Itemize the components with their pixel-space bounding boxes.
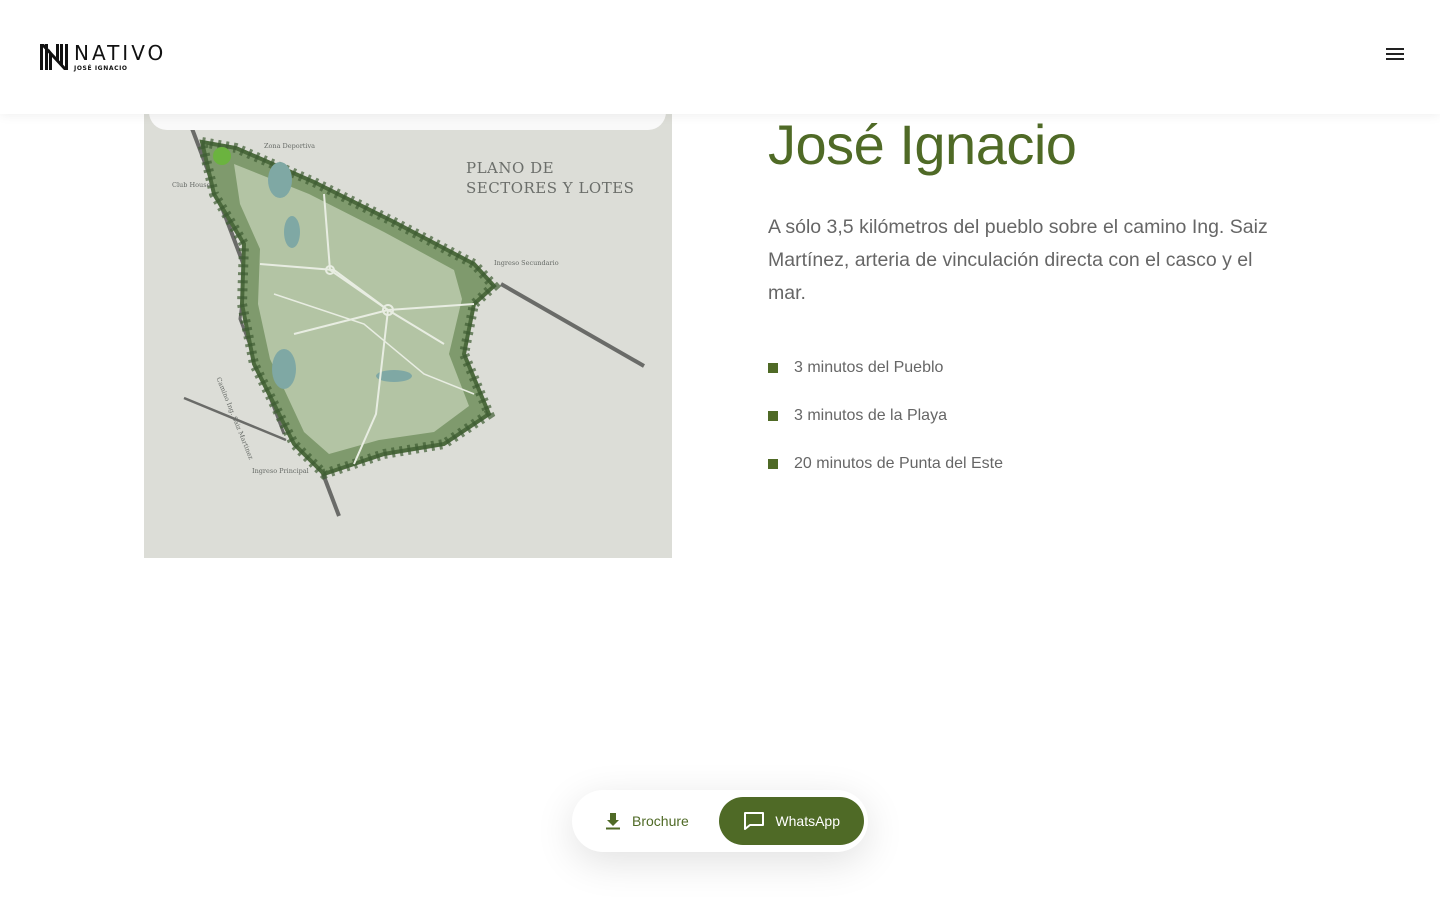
plan-label-club-house: Club House — [172, 181, 211, 189]
brochure-button[interactable]: Brochure — [572, 797, 717, 845]
logo[interactable]: NATIVO JOSÉ IGNACIO — [40, 42, 166, 72]
feature-text: 3 minutos del Pueblo — [794, 359, 944, 376]
logo-subtitle: JOSÉ IGNACIO — [74, 64, 128, 72]
menu-icon — [1386, 48, 1404, 50]
nativo-logo-mark — [40, 44, 68, 70]
feature-text: 20 minutos de Punta del Este — [794, 455, 1004, 472]
feature-item: 3 minutos del Pueblo — [768, 352, 1003, 384]
logo-name: NATIVO — [74, 40, 167, 65]
download-icon — [606, 813, 620, 830]
feature-item: 3 minutos de la Playa — [768, 400, 1003, 432]
plan-title: PLANO DE SECTORES Y LOTES — [466, 159, 635, 197]
feature-item: 20 minutos de Punta del Este — [768, 448, 1003, 480]
site-header: NATIVO JOSÉ IGNACIO — [0, 0, 1440, 114]
menu-icon — [1386, 53, 1404, 55]
page-title: José Ignacio — [768, 113, 1077, 176]
whatsapp-button[interactable]: WhatsApp — [719, 797, 864, 845]
chat-icon — [744, 812, 765, 830]
plan-label-ingreso-principal: Ingreso Principal — [252, 467, 309, 475]
plan-label-ingreso-secundario: Ingreso Secundario — [494, 259, 559, 267]
square-bullet-icon — [768, 459, 778, 469]
floating-action-bar: Brochure WhatsApp — [572, 790, 868, 852]
plan-label-zona-deportiva: Zona Deportiva — [264, 142, 316, 150]
site-plan-image: PLANO DE SECTORES Y LOTES Zona Deportiva… — [144, 114, 672, 558]
feature-list: 3 minutos del Pueblo 3 minutos de la Pla… — [768, 352, 1003, 496]
brochure-label: Brochure — [632, 813, 689, 829]
square-bullet-icon — [768, 363, 778, 373]
feature-text: 3 minutos de la Playa — [794, 407, 947, 424]
menu-button[interactable] — [1386, 44, 1406, 64]
logo-text: NATIVO JOSÉ IGNACIO — [74, 43, 166, 72]
square-bullet-icon — [768, 411, 778, 421]
menu-icon — [1386, 58, 1404, 60]
whatsapp-label: WhatsApp — [775, 813, 840, 829]
location-description: A sólo 3,5 kilómetros del pueblo sobre e… — [768, 216, 1268, 304]
